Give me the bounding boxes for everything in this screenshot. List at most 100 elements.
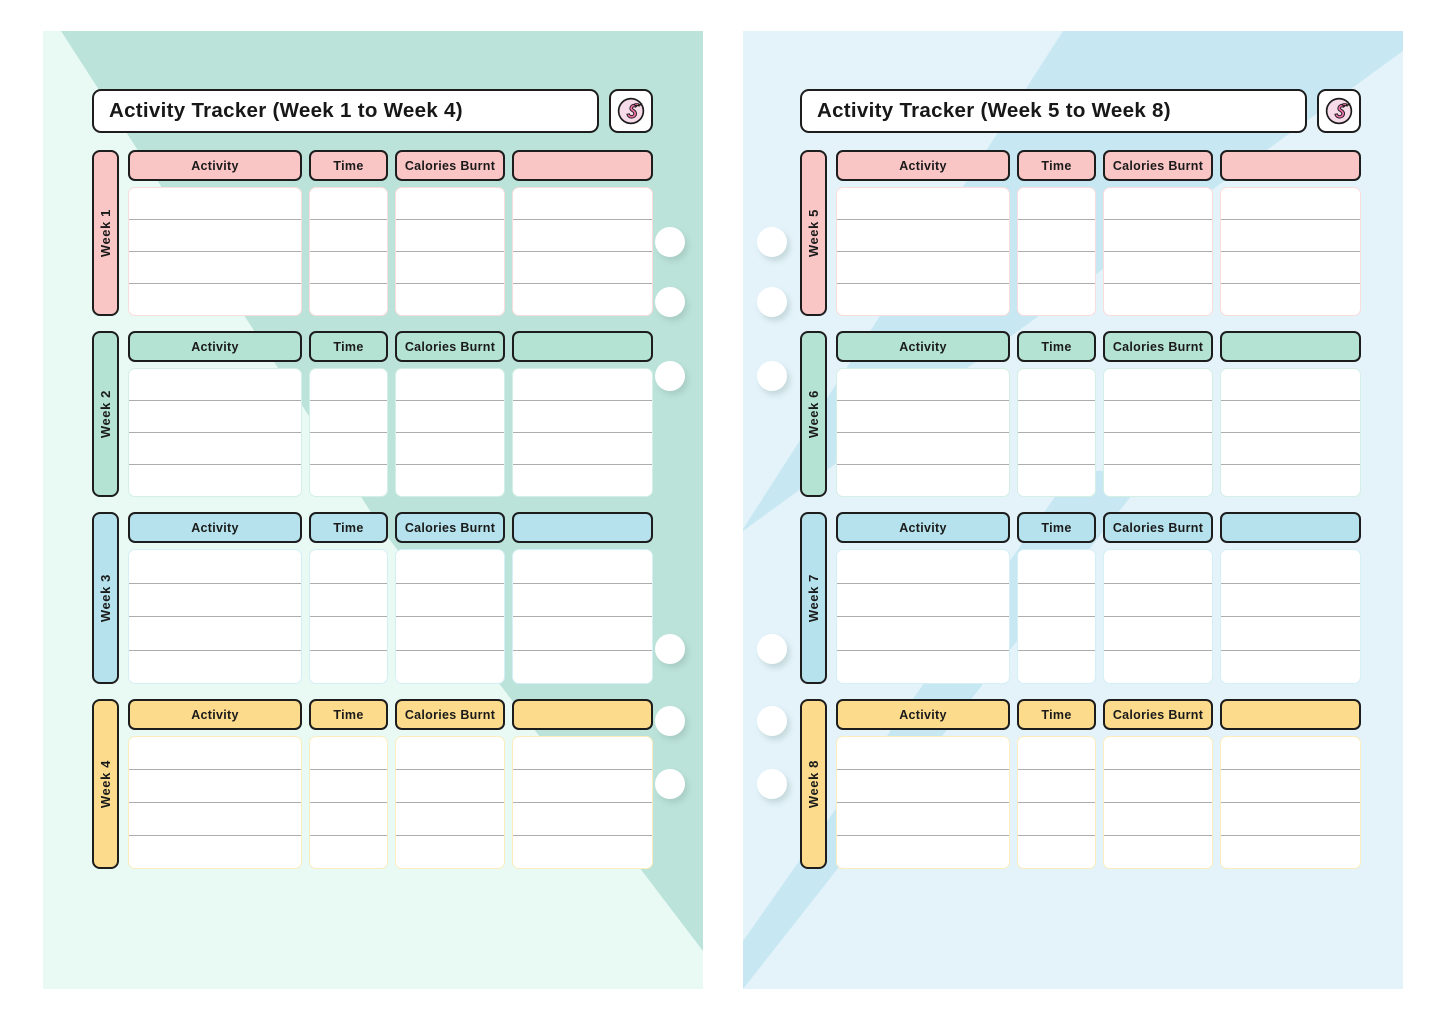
- entry-cell[interactable]: [1018, 465, 1095, 496]
- entry-cell[interactable]: [1018, 584, 1095, 617]
- entry-cell[interactable]: [513, 252, 652, 284]
- entry-cell[interactable]: [1104, 252, 1212, 284]
- entry-cell[interactable]: [310, 401, 387, 433]
- entry-cell[interactable]: [310, 220, 387, 252]
- entry-cell[interactable]: [129, 803, 301, 836]
- entry-cell[interactable]: [1104, 220, 1212, 252]
- entry-cell[interactable]: [513, 584, 652, 617]
- entry-cell[interactable]: [396, 770, 504, 803]
- entry-cell[interactable]: [1104, 617, 1212, 651]
- entry-cell[interactable]: [396, 803, 504, 836]
- entry-cell[interactable]: [1221, 803, 1360, 836]
- entry-cell[interactable]: [1221, 220, 1360, 252]
- entry-cell[interactable]: [396, 284, 504, 315]
- entry-cell[interactable]: [1221, 401, 1360, 433]
- entry-cell[interactable]: [1104, 369, 1212, 401]
- entry-cell[interactable]: [513, 465, 652, 496]
- entry-cell[interactable]: [1221, 737, 1360, 770]
- entry-cell[interactable]: [1104, 401, 1212, 433]
- entry-cell[interactable]: [513, 433, 652, 465]
- entry-cell[interactable]: [1018, 369, 1095, 401]
- entry-cell[interactable]: [1104, 770, 1212, 803]
- entry-cell[interactable]: [837, 252, 1009, 284]
- entry-cell[interactable]: [310, 584, 387, 617]
- entry-cell[interactable]: [837, 803, 1009, 836]
- entry-cell[interactable]: [310, 803, 387, 836]
- entry-cell[interactable]: [396, 401, 504, 433]
- entry-cell[interactable]: [310, 836, 387, 868]
- entry-cell[interactable]: [1221, 651, 1360, 684]
- entry-cell[interactable]: [1221, 369, 1360, 401]
- entry-cell[interactable]: [310, 737, 387, 770]
- entry-cell[interactable]: [1018, 188, 1095, 220]
- entry-cell[interactable]: [310, 284, 387, 315]
- entry-cell[interactable]: [129, 252, 301, 284]
- entry-cell[interactable]: [129, 770, 301, 803]
- entry-cell[interactable]: [837, 401, 1009, 433]
- entry-cell[interactable]: [513, 220, 652, 252]
- entry-cell[interactable]: [1018, 220, 1095, 252]
- flamingo-logo-button[interactable]: [1317, 89, 1361, 133]
- entry-cell[interactable]: [1104, 550, 1212, 584]
- entry-cell[interactable]: [1104, 651, 1212, 684]
- entry-cell[interactable]: [396, 465, 504, 496]
- entry-cell[interactable]: [1104, 284, 1212, 315]
- entry-cell[interactable]: [513, 401, 652, 433]
- entry-cell[interactable]: [396, 737, 504, 770]
- entry-cell[interactable]: [513, 737, 652, 770]
- entry-cell[interactable]: [837, 584, 1009, 617]
- entry-cell[interactable]: [1221, 252, 1360, 284]
- entry-cell[interactable]: [1221, 584, 1360, 617]
- entry-cell[interactable]: [1018, 836, 1095, 868]
- entry-cell[interactable]: [513, 550, 652, 584]
- entry-cell[interactable]: [1018, 770, 1095, 803]
- entry-cell[interactable]: [513, 188, 652, 220]
- entry-cell[interactable]: [129, 401, 301, 433]
- entry-cell[interactable]: [129, 737, 301, 770]
- entry-cell[interactable]: [1221, 433, 1360, 465]
- entry-cell[interactable]: [1018, 284, 1095, 315]
- entry-cell[interactable]: [1018, 617, 1095, 651]
- entry-cell[interactable]: [513, 284, 652, 315]
- entry-cell[interactable]: [1221, 465, 1360, 496]
- entry-cell[interactable]: [129, 651, 301, 684]
- entry-cell[interactable]: [1221, 284, 1360, 315]
- entry-cell[interactable]: [1018, 737, 1095, 770]
- entry-cell[interactable]: [310, 188, 387, 220]
- entry-cell[interactable]: [1104, 584, 1212, 617]
- entry-cell[interactable]: [396, 252, 504, 284]
- entry-cell[interactable]: [310, 252, 387, 284]
- entry-cell[interactable]: [396, 651, 504, 684]
- entry-cell[interactable]: [396, 220, 504, 252]
- entry-cell[interactable]: [310, 433, 387, 465]
- entry-cell[interactable]: [310, 550, 387, 584]
- entry-cell[interactable]: [1104, 433, 1212, 465]
- entry-cell[interactable]: [837, 465, 1009, 496]
- entry-cell[interactable]: [837, 770, 1009, 803]
- entry-cell[interactable]: [837, 284, 1009, 315]
- entry-cell[interactable]: [1018, 401, 1095, 433]
- entry-cell[interactable]: [1104, 803, 1212, 836]
- entry-cell[interactable]: [129, 284, 301, 315]
- entry-cell[interactable]: [837, 836, 1009, 868]
- entry-cell[interactable]: [837, 433, 1009, 465]
- entry-cell[interactable]: [1221, 770, 1360, 803]
- entry-cell[interactable]: [1104, 188, 1212, 220]
- entry-cell[interactable]: [129, 433, 301, 465]
- entry-cell[interactable]: [837, 651, 1009, 684]
- entry-cell[interactable]: [129, 369, 301, 401]
- entry-cell[interactable]: [129, 465, 301, 496]
- entry-cell[interactable]: [1104, 465, 1212, 496]
- entry-cell[interactable]: [310, 465, 387, 496]
- entry-cell[interactable]: [1221, 188, 1360, 220]
- entry-cell[interactable]: [129, 836, 301, 868]
- entry-cell[interactable]: [513, 836, 652, 868]
- entry-cell[interactable]: [129, 220, 301, 252]
- entry-cell[interactable]: [129, 617, 301, 651]
- entry-cell[interactable]: [1104, 737, 1212, 770]
- entry-cell[interactable]: [1221, 617, 1360, 651]
- flamingo-logo-button[interactable]: [609, 89, 653, 133]
- entry-cell[interactable]: [1104, 836, 1212, 868]
- entry-cell[interactable]: [396, 617, 504, 651]
- entry-cell[interactable]: [513, 770, 652, 803]
